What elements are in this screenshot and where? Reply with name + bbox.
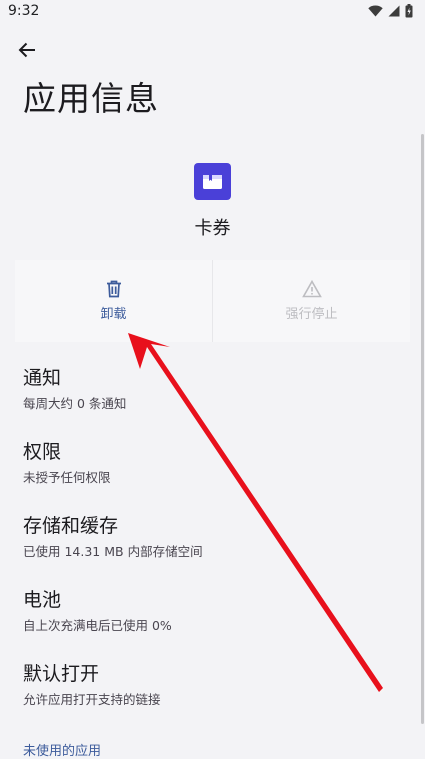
setting-permissions[interactable]: 权限 未授予任何权限 — [23, 440, 403, 514]
setting-title: 通知 — [23, 367, 62, 389]
setting-open-by-default[interactable]: 默认打开 允许应用打开支持的链接 — [23, 662, 403, 736]
app-icon — [194, 163, 231, 200]
force-stop-button[interactable]: 强行停止 — [212, 260, 410, 342]
setting-subtitle: 自上次充满电后已使用 0% — [23, 618, 172, 633]
settings-list: 通知 每周大约 0 条通知 权限 未授予任何权限 存储和缓存 已使用 14.31… — [23, 366, 403, 736]
setting-subtitle: 已使用 14.31 MB 内部存储空间 — [23, 544, 203, 559]
status-icons — [368, 4, 413, 18]
setting-notifications[interactable]: 通知 每周大约 0 条通知 — [23, 366, 403, 440]
uninstall-button[interactable]: 卸载 — [15, 260, 212, 342]
setting-subtitle: 允许应用打开支持的链接 — [23, 692, 161, 707]
status-bar: 9:32 — [0, 0, 425, 26]
status-time: 9:32 — [8, 3, 40, 19]
wifi-icon — [368, 5, 383, 17]
ticket-icon — [203, 174, 222, 189]
unused-apps-link[interactable]: 未使用的应用 — [23, 740, 101, 759]
force-stop-label: 强行停止 — [285, 307, 338, 322]
setting-storage[interactable]: 存储和缓存 已使用 14.31 MB 内部存储空间 — [23, 514, 403, 588]
page-title: 应用信息 — [23, 79, 159, 118]
signal-icon — [388, 5, 400, 17]
uninstall-label: 卸载 — [100, 307, 127, 322]
setting-title: 权限 — [23, 441, 62, 463]
setting-subtitle: 每周大约 0 条通知 — [23, 396, 127, 411]
trash-icon — [106, 280, 121, 298]
arrow-left-icon — [18, 42, 35, 58]
back-button[interactable] — [12, 36, 42, 64]
setting-battery[interactable]: 电池 自上次充满电后已使用 0% — [23, 588, 403, 662]
setting-title: 电池 — [23, 589, 62, 611]
action-panel: 卸载 强行停止 — [15, 260, 410, 342]
battery-icon — [405, 4, 413, 18]
setting-title: 存储和缓存 — [23, 515, 119, 537]
setting-title: 默认打开 — [23, 663, 100, 685]
app-name: 卡券 — [194, 218, 231, 239]
setting-subtitle: 未授予任何权限 — [23, 470, 111, 485]
warning-triangle-icon — [301, 280, 322, 298]
